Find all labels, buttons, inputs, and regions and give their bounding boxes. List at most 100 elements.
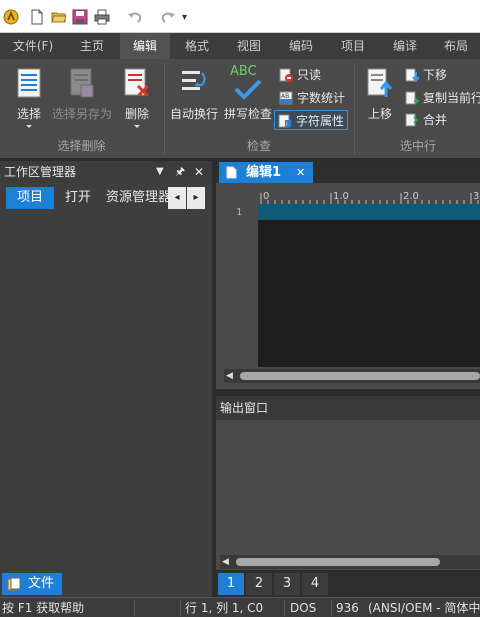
app-logo-icon (3, 9, 19, 25)
status-line-ending: DOS (290, 601, 317, 615)
quick-access-toolbar: ▾ (0, 0, 480, 33)
save-selection-as-label: 选择另存为 (51, 107, 112, 121)
pin-icon[interactable]: 🖈 (175, 161, 185, 183)
status-encoding: (ANSI/OEM - 简体中文 GBK) (368, 601, 480, 615)
close-icon[interactable]: ✕ (194, 161, 204, 183)
print-icon[interactable] (94, 9, 110, 25)
merge-icon (405, 113, 419, 127)
word-count-label: 字数统计 (297, 91, 346, 105)
ruler-label: 2.0 (403, 191, 419, 202)
tab-view[interactable]: 视图 (224, 33, 274, 59)
tab-explorer-label: 资源管理器 (106, 190, 168, 205)
ruler-label: 1.0 (333, 191, 349, 202)
redo-icon[interactable] (160, 9, 176, 25)
tab-encoding[interactable]: 编码 (276, 33, 326, 59)
move-down-icon (405, 68, 419, 82)
document-tab[interactable]: 编辑1 ✕ (219, 162, 313, 183)
group-separator (354, 63, 355, 154)
copy-current-line-button[interactable]: 复制当前行 (402, 88, 480, 108)
editor-pane: 0 1.0 2.0 3.0 1 ◀ (216, 183, 480, 389)
move-up-icon (367, 68, 393, 97)
bottom-tab-files-label: 文件 (28, 576, 55, 591)
new-file-icon[interactable] (29, 9, 45, 25)
tab-open[interactable]: 打开 (56, 187, 100, 209)
select-button[interactable]: 选择 (8, 61, 50, 137)
scroll-left-arrow-icon[interactable]: ◀ (226, 371, 233, 381)
status-codepage: 936 (336, 601, 359, 615)
status-separator (180, 600, 181, 616)
spell-check-text: ABC (230, 64, 257, 79)
files-icon (7, 577, 21, 591)
output-page-tab[interactable]: 3 (274, 573, 300, 595)
tab-project[interactable]: 项目 (328, 33, 378, 59)
status-cursor-position: 行 1, 列 1, C0 (185, 601, 264, 615)
code-area[interactable] (258, 204, 480, 367)
tab-compile[interactable]: 编译 (380, 33, 430, 59)
ruler-label: 3.0 (473, 191, 480, 202)
output-scroll-thumb[interactable] (236, 558, 440, 566)
word-count-button[interactable]: AB 字数统计 (276, 88, 350, 108)
ribbon-panel: 选择 选择另存为 删除 选择删除 自动换行 ABC 拼写检查 只读 AB 字数统… (0, 59, 480, 158)
readonly-button[interactable]: 只读 (276, 65, 350, 85)
ruler: 0 1.0 2.0 3.0 (260, 191, 480, 204)
output-window-body[interactable]: ◀ (216, 420, 480, 570)
word-count-icon: AB (279, 91, 293, 105)
output-page-tab[interactable]: 1 (218, 573, 244, 595)
open-folder-icon[interactable] (51, 9, 67, 25)
output-page-tabs: 1 2 3 4 (216, 571, 480, 597)
group-separator (164, 63, 165, 154)
move-up-button[interactable]: 上移 (360, 61, 400, 137)
delete-label: 删除 (124, 107, 149, 121)
tab-explorer[interactable]: 资源管理器 (102, 187, 168, 209)
status-help: 按 F1 获取帮助 (2, 601, 85, 615)
undo-icon[interactable] (127, 9, 143, 25)
char-properties-icon: i (278, 114, 291, 128)
save-icon[interactable] (72, 9, 88, 25)
panel-menu-icon[interactable]: ▼ (156, 161, 164, 183)
tab-file[interactable]: 文件(F) (2, 33, 64, 59)
spell-check-label: 拼写检查 (223, 107, 272, 121)
save-selection-as-button[interactable]: 选择另存为 (50, 61, 114, 137)
move-up-label: 上移 (367, 107, 392, 121)
merge-button[interactable]: 合并 (402, 110, 480, 130)
tabs-scroll-right-icon[interactable]: ▸ (187, 187, 205, 209)
status-separator (284, 600, 285, 616)
status-bar: 按 F1 获取帮助 行 1, 列 1, C0 DOS 936 (ANSI/OEM… (0, 597, 480, 617)
customize-icon[interactable]: ▾ (182, 10, 198, 26)
output-page-tab[interactable]: 4 (302, 573, 328, 595)
workspace-panel-title: 工作区管理器 (4, 165, 77, 179)
auto-wrap-icon (182, 71, 206, 90)
tab-edit[interactable]: 编辑 (120, 33, 170, 59)
delete-button[interactable]: 删除 (116, 61, 158, 137)
status-separator (134, 600, 135, 616)
spell-check-button[interactable]: ABC 拼写检查 (222, 61, 274, 137)
output-horizontal-scrollbar[interactable]: ◀ (220, 555, 480, 569)
merge-label: 合并 (423, 113, 448, 127)
move-down-label: 下移 (423, 68, 448, 82)
auto-wrap-button[interactable]: 自动换行 (168, 61, 220, 137)
tab-projects[interactable]: 项目 (6, 187, 54, 209)
ruler-label: 0 (263, 191, 269, 202)
tabs-scroll-left-icon[interactable]: ◂ (168, 187, 186, 209)
line-number: 1 (236, 207, 243, 218)
output-window-header: 输出窗口 (216, 396, 480, 420)
ribbon-tab-bar: 文件(F) 主页 编辑 格式 视图 编码 项目 编译 布局 (0, 33, 480, 59)
editor-horizontal-scrollbar[interactable]: ◀ (224, 369, 480, 383)
tab-format[interactable]: 格式 (172, 33, 222, 59)
readonly-icon (279, 68, 293, 82)
move-down-button[interactable]: 下移 (402, 65, 480, 85)
document-tab-bar: 编辑1 ✕ (216, 161, 480, 183)
delete-dropdown-icon (134, 125, 140, 128)
document-tab-title: 编辑1 (246, 165, 282, 180)
editor-scroll-thumb[interactable] (240, 372, 480, 380)
readonly-label: 只读 (297, 68, 322, 82)
tab-layout[interactable]: 布局 (432, 33, 480, 59)
output-scroll-left-arrow-icon[interactable]: ◀ (222, 557, 229, 567)
bottom-tab-files[interactable]: 文件 (2, 573, 62, 595)
current-line-highlight (258, 204, 480, 220)
status-separator (331, 600, 332, 616)
char-properties-button[interactable]: i 字符属性 (274, 110, 348, 130)
tab-home[interactable]: 主页 (66, 33, 118, 59)
output-page-tab[interactable]: 2 (246, 573, 272, 595)
document-close-icon[interactable]: ✕ (296, 162, 305, 183)
